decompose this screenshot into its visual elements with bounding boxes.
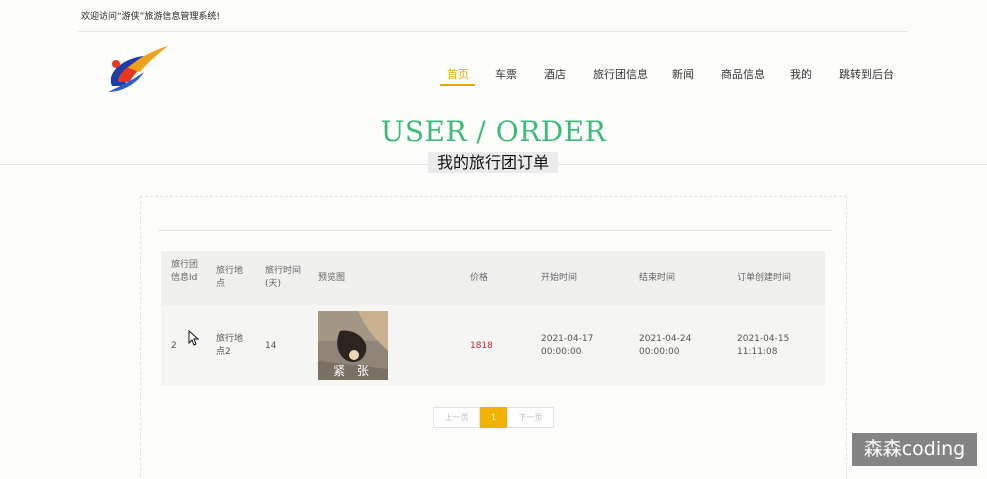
nav-tickets[interactable]: 车票: [495, 66, 517, 82]
header-cell-created: 订单创建时间: [737, 273, 792, 283]
cell-location: 旅行地点2: [216, 334, 244, 357]
cell-id: 2: [171, 341, 177, 351]
cell-days: 14: [265, 341, 277, 351]
panel-divider: [158, 230, 833, 231]
next-page-button[interactable]: 下一页: [507, 407, 554, 428]
header-divider: [78, 31, 908, 32]
nav-admin[interactable]: 跳转到后台: [839, 66, 894, 82]
table-header: 旅行团信息Id 旅行地点 旅行时间(天) 预览图 价格 开始时间 结束时间 订单…: [161, 251, 825, 305]
header-cell-price: 价格: [470, 273, 489, 283]
main-nav: 首页 车票 酒店 旅行团信息 新闻 商品信息 我的 跳转到后台: [0, 66, 987, 88]
table-row[interactable]: 2 旅行地点2 14 紧 张 1818 2021-04-17 00:00:00 …: [161, 305, 825, 386]
preview-image[interactable]: 紧 张: [318, 311, 388, 380]
header-cell-start: 开始时间: [541, 273, 578, 283]
nav-hotels[interactable]: 酒店: [544, 66, 566, 82]
nav-mine[interactable]: 我的: [790, 66, 812, 82]
header-cell-id: 旅行团信息Id: [171, 260, 199, 283]
welcome-text: 欢迎访问“游侠”旅游信息管理系统!: [81, 12, 220, 22]
watermark: 森森coding: [852, 433, 977, 466]
nav-news[interactable]: 新闻: [672, 66, 694, 82]
header-cell-end: 结束时间: [639, 273, 676, 283]
nav-tour-groups[interactable]: 旅行团信息: [593, 66, 648, 82]
page-subtitle: 我的旅行团订单: [428, 152, 558, 173]
cell-price: 1818: [470, 341, 493, 351]
cell-created: 2021-04-15 11:11:08: [737, 334, 790, 357]
mouse-cursor-icon: [188, 330, 200, 346]
preview-caption: 紧 张: [333, 364, 373, 378]
header-cell-preview: 预览图: [318, 273, 346, 283]
nav-products[interactable]: 商品信息: [721, 66, 765, 82]
header-cell-location: 旅行地点: [216, 266, 244, 289]
prev-page-button[interactable]: 上一页: [433, 407, 480, 428]
cell-end: 2021-04-24 00:00:00: [639, 334, 692, 357]
order-table: 旅行团信息Id 旅行地点 旅行时间(天) 预览图 价格 开始时间 结束时间 订单…: [161, 251, 825, 386]
header-cell-days: 旅行时间(天): [265, 266, 302, 289]
current-page-button[interactable]: 1: [480, 407, 507, 428]
nav-active-indicator: [440, 84, 475, 86]
nav-home[interactable]: 首页: [447, 66, 469, 82]
cell-start: 2021-04-17 00:00:00: [541, 334, 594, 357]
page-title: USER / ORDER: [380, 115, 607, 148]
